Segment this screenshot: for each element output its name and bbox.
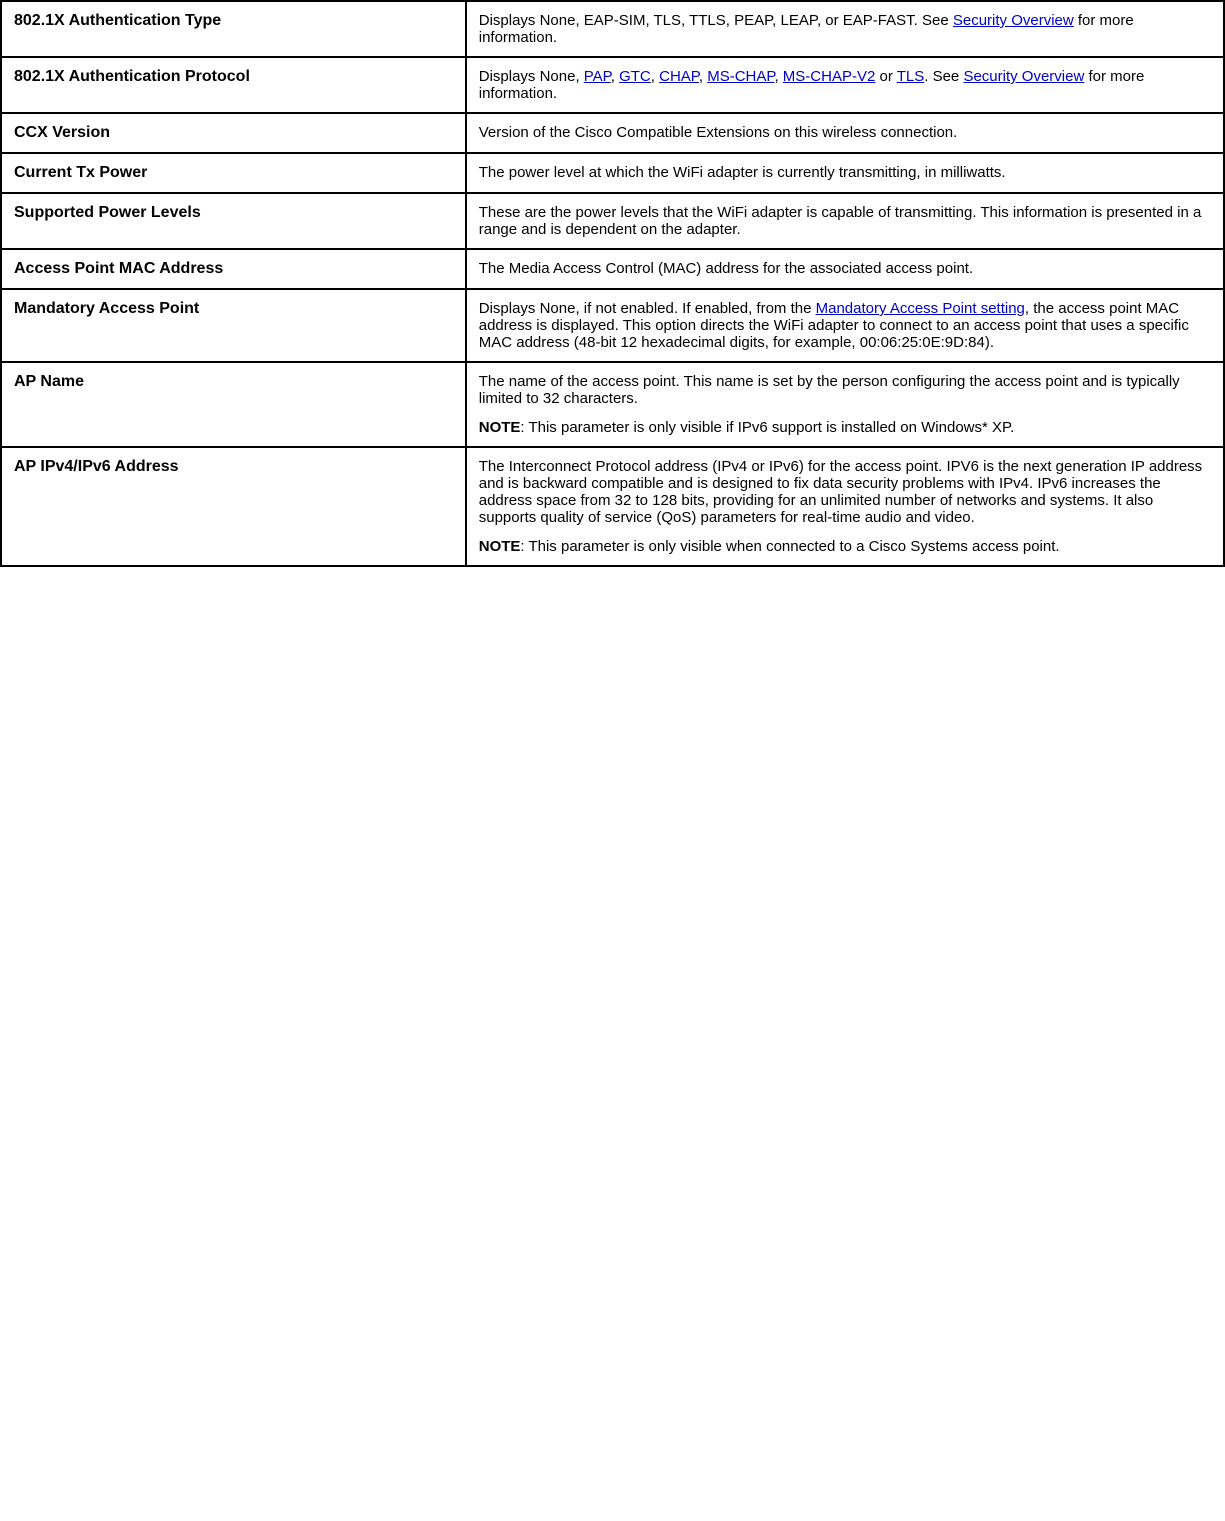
desc-mandatory-ap: Displays None, if not enabled. If enable… bbox=[466, 289, 1224, 362]
term-supported-power-levels: Supported Power Levels bbox=[1, 193, 466, 249]
security-overview-link-1[interactable]: Security Overview bbox=[953, 12, 1074, 29]
desc-supported-power-levels: These are the power levels that the WiFi… bbox=[466, 193, 1224, 249]
desc-ap-ipv4-ipv6: The Interconnect Protocol address (IPv4 … bbox=[466, 447, 1224, 566]
security-overview-link-2[interactable]: Security Overview bbox=[963, 68, 1084, 85]
gtc-link[interactable]: GTC bbox=[619, 68, 651, 85]
table-row: Mandatory Access Point Displays None, if… bbox=[1, 289, 1224, 362]
desc-auth-protocol: Displays None, PAP, GTC, CHAP, MS-CHAP, … bbox=[466, 57, 1224, 113]
ap-name-paragraph-1: The name of the access point. This name … bbox=[479, 373, 1211, 407]
pap-link[interactable]: PAP bbox=[584, 68, 611, 85]
ap-ipv4-note-label: NOTE bbox=[479, 538, 521, 555]
term-ap-ipv4-ipv6: AP IPv4/IPv6 Address bbox=[1, 447, 466, 566]
ap-name-note-label: NOTE bbox=[479, 419, 521, 436]
table-row: Current Tx Power The power level at whic… bbox=[1, 153, 1224, 193]
desc-ap-name: The name of the access point. This name … bbox=[466, 362, 1224, 447]
table-row: CCX Version Version of the Cisco Compati… bbox=[1, 113, 1224, 153]
table-row: AP IPv4/IPv6 Address The Interconnect Pr… bbox=[1, 447, 1224, 566]
chap-link[interactable]: CHAP bbox=[659, 68, 699, 85]
term-mandatory-ap: Mandatory Access Point bbox=[1, 289, 466, 362]
term-ap-mac-address: Access Point MAC Address bbox=[1, 249, 466, 289]
table-row: Access Point MAC Address The Media Acces… bbox=[1, 249, 1224, 289]
term-ap-name: AP Name bbox=[1, 362, 466, 447]
ap-name-paragraph-2: NOTE: This parameter is only visible if … bbox=[479, 419, 1211, 436]
mandatory-ap-setting-link[interactable]: Mandatory Access Point setting bbox=[816, 300, 1025, 317]
mschapv2-link[interactable]: MS-CHAP-V2 bbox=[783, 68, 876, 85]
desc-current-tx-power: The power level at which the WiFi adapte… bbox=[466, 153, 1224, 193]
ap-ipv4-paragraph-2: NOTE: This parameter is only visible whe… bbox=[479, 538, 1211, 555]
table-row: 802.1X Authentication Type Displays None… bbox=[1, 1, 1224, 57]
term-ccx-version: CCX Version bbox=[1, 113, 466, 153]
tls-link[interactable]: TLS bbox=[897, 68, 925, 85]
desc-ap-mac-address: The Media Access Control (MAC) address f… bbox=[466, 249, 1224, 289]
table-row: Supported Power Levels These are the pow… bbox=[1, 193, 1224, 249]
term-auth-type: 802.1X Authentication Type bbox=[1, 1, 466, 57]
desc-auth-type: Displays None, EAP-SIM, TLS, TTLS, PEAP,… bbox=[466, 1, 1224, 57]
table-row: 802.1X Authentication Protocol Displays … bbox=[1, 57, 1224, 113]
table-row: AP Name The name of the access point. Th… bbox=[1, 362, 1224, 447]
mschap-link[interactable]: MS-CHAP bbox=[707, 68, 774, 85]
desc-ccx-version: Version of the Cisco Compatible Extensio… bbox=[466, 113, 1224, 153]
term-auth-protocol: 802.1X Authentication Protocol bbox=[1, 57, 466, 113]
ap-ipv4-paragraph-1: The Interconnect Protocol address (IPv4 … bbox=[479, 458, 1211, 526]
term-current-tx-power: Current Tx Power bbox=[1, 153, 466, 193]
main-table: 802.1X Authentication Type Displays None… bbox=[0, 0, 1225, 567]
